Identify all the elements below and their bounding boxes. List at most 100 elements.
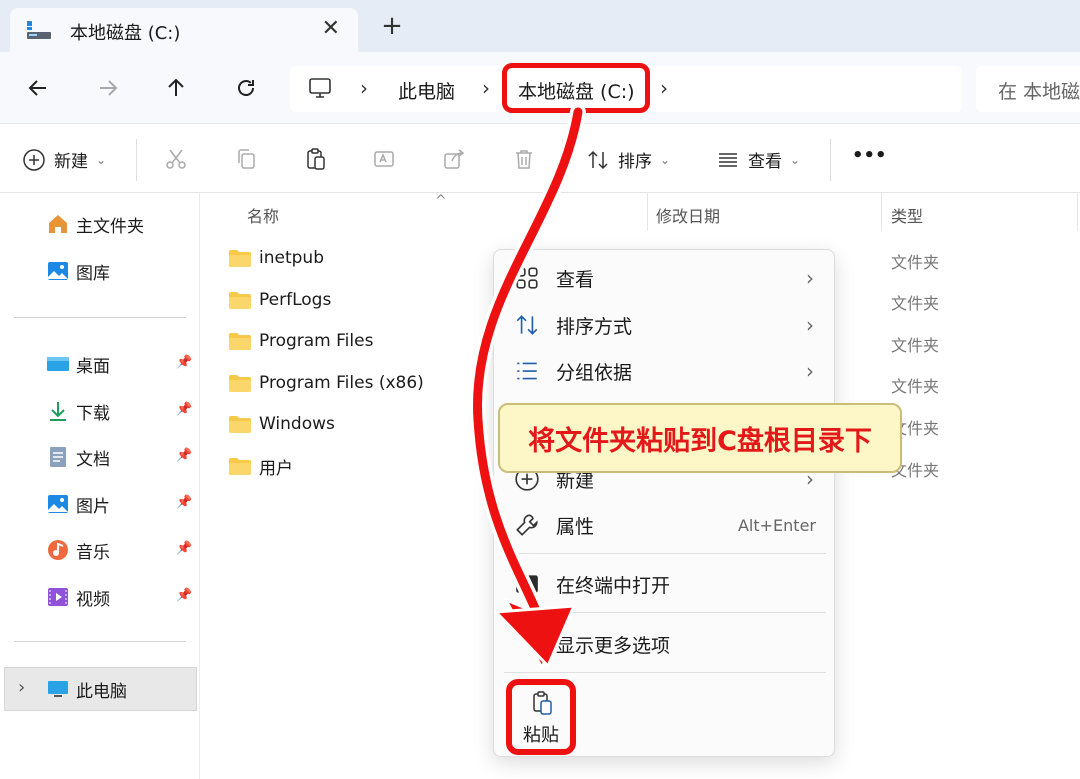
close-icon[interactable]: ✕ (322, 16, 340, 41)
pin-icon[interactable]: 📌 (176, 541, 192, 556)
paste-label: 粘贴 (523, 725, 559, 746)
file-row[interactable]: Windows (229, 409, 335, 439)
pin-icon[interactable]: 📌 (176, 448, 192, 463)
new-button[interactable]: 新建 ⌄ (22, 147, 106, 172)
column-header-name[interactable]: 名称 (247, 203, 279, 227)
expand-chevron-icon[interactable]: › (18, 677, 25, 698)
menu-item-group[interactable]: 分组依据 › (494, 349, 836, 393)
menu-item-view[interactable]: 查看 › (494, 256, 836, 300)
video-icon (48, 588, 68, 606)
paste-button[interactable]: 粘贴 (506, 679, 576, 755)
file-row[interactable]: inetpub (229, 243, 324, 273)
sort-icon (588, 150, 608, 169)
menu-item-label: 查看 (556, 268, 595, 291)
column-divider (881, 193, 882, 231)
sidebar-item-label: 音乐 (76, 542, 110, 563)
file-row[interactable]: PerfLogs (229, 285, 331, 315)
paste-icon[interactable] (304, 147, 328, 171)
folder-icon (229, 332, 251, 350)
navigation-pane: 主文件夹 图库 桌面 📌 下载 📌 文档 📌 图片 📌 音乐 📌 视频 📌 › … (0, 193, 200, 779)
file-name: PerfLogs (259, 290, 332, 310)
instruction-callout: 将文件夹粘贴到C盘根目录下 (498, 403, 902, 473)
folder-icon (229, 457, 251, 475)
file-name: Program Files (259, 331, 374, 351)
delete-icon[interactable] (512, 147, 536, 171)
terminal-icon (516, 575, 538, 593)
sidebar-item-videos[interactable]: 视频 (46, 582, 110, 612)
chevron-right-icon: › (806, 359, 814, 383)
sort-button[interactable]: 排序 ⌄ (586, 147, 670, 172)
this-pc-icon (48, 681, 68, 697)
pin-icon[interactable]: 📌 (176, 588, 192, 603)
file-type: 文件夹 (891, 336, 940, 355)
sidebar-item-label: 文档 (76, 449, 110, 470)
sidebar-item-home[interactable]: 主文件夹 (46, 209, 144, 239)
sidebar-item-music[interactable]: 音乐 (46, 535, 110, 565)
tab-local-disk[interactable]: 本地磁盘 (C:) ✕ (10, 8, 358, 52)
new-label: 新建 (54, 152, 88, 172)
group-by-icon (517, 362, 537, 380)
more-options-button[interactable]: ••• (852, 145, 887, 166)
sidebar-item-documents[interactable]: 文档 (46, 442, 110, 472)
column-divider (647, 193, 648, 231)
menu-item-label: 排序方式 (556, 315, 633, 338)
file-name: Program Files (x86) (259, 373, 424, 393)
menu-item-more-options[interactable]: 显示更多选项 (494, 622, 836, 666)
pin-icon[interactable]: 📌 (176, 495, 192, 510)
sidebar-this-pc-label-row[interactable]: 此电脑 (46, 674, 127, 704)
pin-icon[interactable]: 📌 (176, 355, 192, 370)
menu-item-terminal[interactable]: 在终端中打开 (494, 562, 836, 606)
refresh-icon (238, 80, 254, 96)
view-label: 查看 (748, 152, 782, 172)
desktop-icon (47, 357, 69, 371)
monitor-icon (309, 78, 331, 98)
view-button[interactable]: 查看 ⌄ (716, 147, 800, 172)
up-button[interactable] (158, 70, 194, 106)
menu-item-label: 分组依据 (556, 361, 633, 384)
refresh-button[interactable] (228, 70, 264, 106)
sidebar-item-label: 图库 (76, 263, 110, 284)
search-input[interactable]: 在 本地磁盘 (976, 66, 1080, 112)
menu-divider (504, 672, 826, 673)
plus-circle-icon (23, 148, 45, 171)
menu-item-sort[interactable]: 排序方式 › (494, 303, 836, 347)
address-bar[interactable]: › 此电脑 › 本地磁盘 (C:) › (290, 63, 962, 113)
view-list-icon (719, 152, 737, 167)
cut-icon[interactable] (164, 147, 188, 171)
rename-icon[interactable] (372, 147, 396, 171)
column-header-type[interactable]: 类型 (891, 203, 923, 227)
chevron-down-icon: ⌄ (660, 152, 671, 167)
folder-icon (229, 415, 251, 433)
file-name: 用户 (259, 458, 293, 479)
file-row[interactable]: Program Files (229, 326, 373, 356)
arrow-left-icon (28, 80, 46, 96)
chevron-down-icon: ⌄ (96, 152, 107, 167)
folder-icon (229, 291, 251, 309)
wrench-icon (516, 514, 538, 536)
folder-icon (229, 249, 251, 267)
copy-icon[interactable] (234, 147, 258, 171)
sidebar-item-pictures[interactable]: 图片 (46, 489, 110, 519)
file-row[interactable]: 用户 (229, 451, 293, 481)
sidebar-item-label: 图片 (76, 496, 110, 517)
share-icon[interactable] (442, 147, 466, 171)
menu-item-properties[interactable]: 属性 Alt+Enter (494, 503, 836, 547)
sidebar-item-desktop[interactable]: 桌面 (46, 349, 110, 379)
column-header-modified[interactable]: 修改日期 (656, 203, 720, 227)
picture-icon (48, 495, 68, 513)
back-button[interactable] (20, 70, 56, 106)
sidebar-item-label: 视频 (76, 589, 110, 610)
toolbar-divider (830, 139, 831, 181)
sidebar-item-gallery[interactable]: 图库 (46, 256, 110, 286)
pin-icon[interactable]: 📌 (176, 402, 192, 417)
file-name: inetpub (259, 248, 324, 268)
breadcrumb-highlight-box (502, 63, 650, 113)
breadcrumb-this-pc[interactable]: 此电脑 (398, 77, 455, 104)
music-icon (48, 540, 68, 560)
arrow-up-icon (168, 78, 184, 96)
sidebar-item-downloads[interactable]: 下载 (46, 396, 110, 426)
menu-divider (504, 553, 826, 554)
new-tab-button[interactable]: + (380, 13, 404, 39)
forward-button[interactable] (90, 70, 126, 106)
file-row[interactable]: Program Files (x86) (229, 368, 424, 398)
